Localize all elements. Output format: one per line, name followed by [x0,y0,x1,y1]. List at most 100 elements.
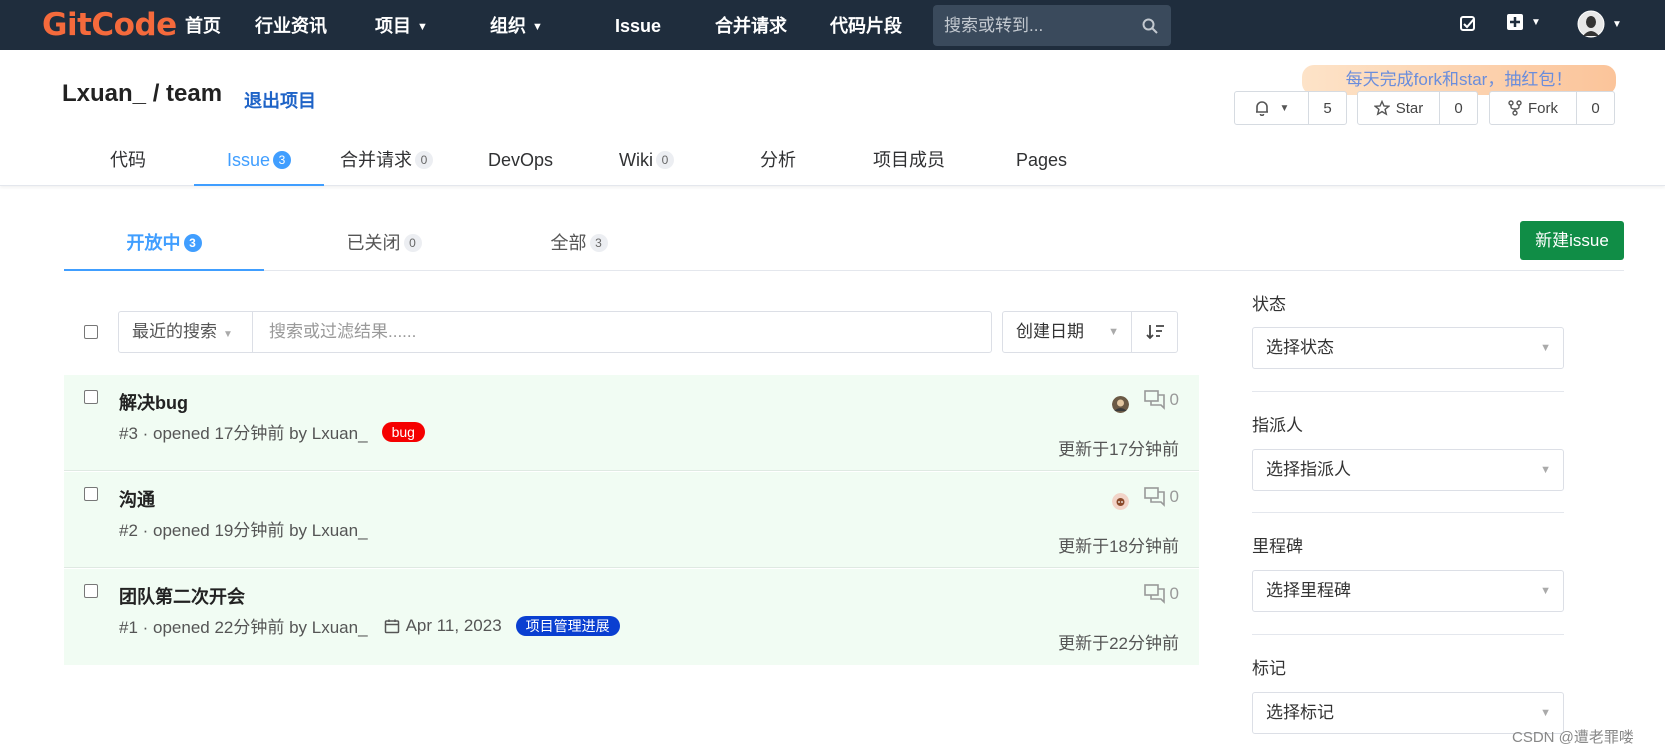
assignee-avatar[interactable] [1112,493,1129,510]
issue-meta: #3 · opened 17分钟前 by Lxuan_ bug [119,419,425,444]
tab-code[interactable]: 代码 [110,134,146,186]
tab-members[interactable]: 项目成员 [873,134,945,186]
fork-button[interactable]: Fork [1490,92,1576,124]
tab-label: 已关闭 [346,233,401,253]
comments-icon [1143,487,1165,507]
issue-label-project-progress[interactable]: 项目管理进展 [515,615,620,636]
sort-direction-button[interactable] [1131,311,1178,353]
nav-projects-label: 项目 [375,16,411,36]
issue-label-bug[interactable]: bug [381,421,425,442]
tab-open[interactable]: 开放中 3 [64,219,264,271]
tab-label: 项目成员 [873,150,945,170]
create-new-menu[interactable]: ▼ [1506,13,1541,31]
issue-updated-time: 更新于22分钟前 [1058,634,1179,653]
plus-square-icon [1507,14,1523,30]
chevron-down-icon: ▼ [1540,342,1551,354]
comments-count[interactable]: 0 [1143,584,1179,604]
sidebar-divider [1252,512,1564,513]
watch-button-group: ▼ 5 [1234,91,1347,125]
tab-analytics[interactable]: 分析 [760,134,796,186]
fork-icon [1508,100,1522,116]
comments-count[interactable]: 0 [1143,487,1179,507]
star-label: Star [1395,99,1424,117]
issue-checkbox[interactable] [84,487,98,501]
issue-checkbox[interactable] [84,584,98,598]
chevron-down-icon: ▼ [1612,18,1622,30]
nav-orgs[interactable]: 组织 ▼ [490,0,543,50]
sort-descending-icon [1145,325,1164,340]
comments-icon [1143,390,1165,410]
recent-searches-label: 最近的搜索 [132,322,217,341]
watch-count[interactable]: 5 [1308,92,1346,124]
recent-searches-dropdown[interactable]: 最近的搜索 ▼ [119,312,253,352]
star-count[interactable]: 0 [1439,92,1477,124]
project-tabs: 代码 Issue 3 合并请求 0 DevOps Wiki 0 分析 项目成员 Pag… [0,134,1665,186]
fork-button-group: Fork 0 [1489,91,1615,125]
sidebar-label-assignee: 指派人 [1252,416,1303,435]
sort-field-select[interactable]: 创建日期 ▼ [1002,311,1132,353]
gitcode-logo[interactable]: GitCode [42,7,177,43]
tab-merge-requests[interactable]: 合并请求 0 [340,134,433,186]
star-button-group: Star 0 [1357,91,1478,125]
user-menu[interactable]: ▼ [1577,10,1622,38]
tab-label: 开放中 [126,233,181,253]
tab-pages[interactable]: Pages [1016,134,1067,186]
tab-label: 分析 [760,150,796,170]
chevron-down-icon: ▼ [532,21,543,33]
top-navbar: GitCode 首页 行业资讯 项目 ▼ 组织 ▼ Issue 合并请求 代码片段 … [0,0,1665,50]
nav-news[interactable]: 行业资讯 [255,0,327,50]
star-button[interactable]: Star [1358,92,1439,124]
tab-label: Pages [1016,150,1068,170]
issue-due-date: Apr 11, 2023 [405,615,502,635]
comments-count-value: 0 [1169,390,1179,409]
issue-row[interactable]: 解决bug #3 · opened 17分钟前 by Lxuan_ bug 0 … [64,375,1199,471]
labels-select-value: 选择标记 [1266,703,1334,722]
tab-count-badge: 3 [273,151,292,169]
issue-title[interactable]: 团队第二次开会 [119,583,245,609]
sort-field-label: 创建日期 [1016,322,1084,341]
assignee-avatar[interactable] [1112,396,1129,413]
milestone-select[interactable]: 选择里程碑 ▼ [1252,570,1564,612]
nav-projects[interactable]: 项目 ▼ [375,0,428,50]
chevron-down-icon: ▼ [1540,464,1551,476]
nav-issue[interactable]: Issue [615,0,661,50]
bell-icon [1255,101,1268,116]
csdn-watermark: CSDN @遭老罪喽 [1512,729,1634,746]
todo-icon[interactable] [1459,15,1477,33]
tab-devops[interactable]: DevOps [488,134,553,186]
nav-snippets[interactable]: 代码片段 [830,0,902,50]
tab-wiki[interactable]: Wiki 0 [619,134,674,186]
nav-home[interactable]: 首页 [185,0,221,50]
sidebar-label-milestone: 里程碑 [1252,537,1303,556]
watch-button[interactable]: ▼ [1235,92,1308,124]
issue-row[interactable]: 团队第二次开会 #1 · opened 22分钟前 by Lxuan_ Apr … [64,569,1199,665]
fork-count[interactable]: 0 [1576,92,1614,124]
tab-issue[interactable]: Issue 3 [194,134,324,186]
issue-updated-time: 更新于17分钟前 [1058,440,1179,459]
new-issue-button[interactable]: 新建issue [1520,221,1624,260]
filter-search-input[interactable]: 搜索或过滤结果...... [253,312,991,352]
status-select[interactable]: 选择状态 ▼ [1252,327,1564,369]
assignee-select-value: 选择指派人 [1266,460,1351,479]
comments-count[interactable]: 0 [1143,390,1179,410]
select-all-checkbox[interactable] [84,325,98,339]
issue-checkbox[interactable] [84,390,98,404]
tab-count-badge: 0 [415,151,433,169]
assignee-select[interactable]: 选择指派人 ▼ [1252,449,1564,491]
project-title[interactable]: Lxuan_ / team [62,80,222,108]
tab-count-badge: 3 [183,234,202,252]
comments-count-value: 0 [1169,584,1179,603]
tab-closed[interactable]: 已关闭 0 [324,219,444,271]
issue-title[interactable]: 解决bug [119,389,188,415]
sidebar-label-status: 状态 [1252,295,1286,314]
tab-label: Wiki [619,150,653,170]
tab-all[interactable]: 全部 3 [524,219,634,271]
issue-row[interactable]: 沟通 #2 · opened 19分钟前 by Lxuan_ 0 更新于18分钟… [64,472,1199,568]
global-search-input[interactable]: 搜索或转到... [933,5,1171,46]
issue-meta-text: #1 · opened 22分钟前 by Lxuan_ [119,618,368,637]
chevron-down-icon: ▼ [1531,16,1541,28]
issue-title[interactable]: 沟通 [119,486,155,512]
leave-project-link[interactable]: 退出项目 [244,87,316,113]
nav-merge-requests[interactable]: 合并请求 [715,0,787,50]
issue-meta: #1 · opened 22分钟前 by Lxuan_ Apr 11, 2023… [119,613,620,638]
